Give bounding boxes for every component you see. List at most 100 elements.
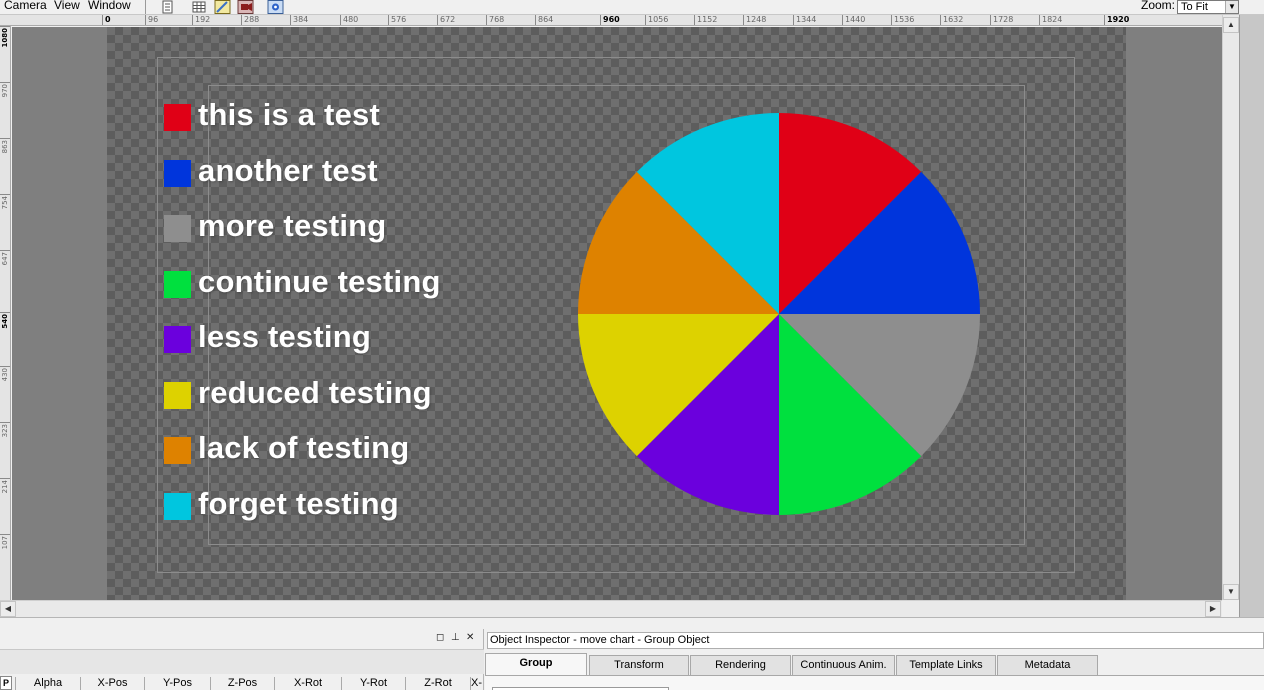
restore-icon[interactable]: ◻ [436, 632, 444, 643]
ruler-tick-label: 107 [1, 536, 9, 550]
ruler-tick-label: 430 [1, 368, 9, 382]
legend-swatch [164, 493, 191, 520]
ruler-tick: 754 [0, 194, 10, 234]
column-header[interactable]: Y-Pos [144, 677, 210, 690]
ruler-tick: 768 [486, 15, 504, 25]
column-header[interactable]: Y-Rot [341, 677, 405, 690]
legend-label: another test [198, 153, 378, 188]
legend-label: more testing [198, 208, 387, 243]
scroll-down-icon[interactable]: ▼ [1223, 584, 1239, 600]
legend-swatch [164, 160, 191, 187]
ruler-tick: 540 [0, 312, 10, 352]
column-header[interactable]: X-Pos [80, 677, 144, 690]
snap-icon[interactable] [267, 0, 284, 14]
ruler-tick-label: 540 [1, 314, 9, 329]
tab-template-links[interactable]: Template Links [896, 655, 996, 675]
close-icon[interactable]: ✕ [466, 632, 474, 643]
zoom-select[interactable]: To Fit ▼ [1177, 0, 1239, 14]
viewport[interactable]: this is a test another test more testing co… [12, 27, 1222, 600]
scroll-up-icon[interactable]: ▲ [1223, 17, 1239, 33]
ruler-tick: 323 [0, 422, 10, 462]
legend-swatch [164, 104, 191, 131]
ruler-tick: 96 [145, 15, 158, 25]
ruler-tick: 1248 [743, 15, 766, 25]
ruler-tick: 1632 [940, 15, 963, 25]
camera-view-icon[interactable] [237, 0, 254, 14]
column-header[interactable]: X-Rot [274, 677, 341, 690]
scroll-right-icon[interactable]: ▶ [1205, 601, 1221, 617]
app-window: Camera View Window Zoom: To Fit ▼ 0 96 192… [0, 0, 1264, 690]
timeline-toolbar [0, 649, 484, 674]
ruler-tick: 1536 [891, 15, 914, 25]
horizontal-ruler: 0 96 192 288 384 480 576 672 768 864 960 1056 1152 12… [0, 15, 1222, 26]
canvas[interactable]: this is a test another test more testing co… [107, 27, 1126, 600]
horizontal-scrollbar[interactable]: ◀ ▶ [0, 600, 1222, 617]
scroll-left-icon[interactable]: ◀ [0, 601, 16, 617]
legend-swatch [164, 215, 191, 242]
legend-label: less testing [198, 319, 371, 354]
ruler-tick: 1344 [793, 15, 816, 25]
ruler-tick-label: 970 [1, 84, 9, 98]
ruler-tick: 1440 [842, 15, 865, 25]
page-icon[interactable] [159, 0, 176, 14]
right-panel-edge [1239, 15, 1264, 627]
column-header[interactable]: Alpha [15, 677, 80, 690]
ruler-tick: 1824 [1039, 15, 1062, 25]
inspector-title: Object Inspector - move chart - Group Ob… [487, 632, 1264, 649]
menu-bar: Camera View Window Zoom: To Fit ▼ [0, 0, 1264, 15]
ruler-tick: 864 [535, 15, 553, 25]
tab-rendering[interactable]: Rendering [690, 655, 791, 675]
vertical-ruler: 1080 970 863 754 647 540 430 323 214 107 [0, 26, 11, 600]
ruler-tick: 576 [388, 15, 406, 25]
ruler-tick: 214 [0, 478, 10, 518]
ruler-tick-label: 863 [1, 140, 9, 154]
zoom-label: Zoom: [1141, 0, 1176, 12]
ruler-tick: 430 [0, 366, 10, 406]
ruler-tick: 480 [340, 15, 358, 25]
ruler-tick: 1056 [645, 15, 668, 25]
ruler-tick-label: 647 [1, 252, 9, 266]
tab-metadata[interactable]: Metadata [997, 655, 1098, 675]
ruler-tick: 863 [0, 138, 10, 178]
toolbar-separator [145, 0, 146, 14]
ruler-tick-label: 1080 [1, 28, 9, 48]
ruler-tick-label: 754 [1, 196, 9, 210]
ruler-tick: 192 [192, 15, 210, 25]
ruler-tick: 288 [241, 15, 259, 25]
ruler-tick: 647 [0, 250, 10, 290]
legend-label: forget testing [198, 486, 399, 521]
ruler-tick: 960 [600, 15, 620, 25]
timeline-panel: ◻ ⊥ ✕ P Alpha X-Pos Y-Pos Z-Pos X-Rot Y-Rot Z-… [0, 629, 484, 690]
legend-label: lack of testing [198, 430, 410, 465]
ruler-tick: 672 [437, 15, 455, 25]
ruler-tick: 384 [290, 15, 308, 25]
column-header[interactable]: Z-Pos [210, 677, 274, 690]
ruler-tick-label: 214 [1, 480, 9, 494]
legend-label: reduced testing [198, 375, 432, 410]
ruler-tick: 107 [0, 534, 10, 574]
chevron-down-icon[interactable]: ▼ [1225, 1, 1238, 13]
menu-camera[interactable]: Camera [4, 0, 47, 12]
vertical-scrollbar[interactable]: ▲ ▼ [1222, 15, 1239, 600]
safe-area-icon[interactable] [214, 0, 231, 14]
tab-continuous-anim[interactable]: Continuous Anim. [792, 655, 895, 675]
pin-icon[interactable]: ⊥ [451, 632, 460, 643]
column-header[interactable]: Z-Rot [405, 677, 470, 690]
legend-label: continue testing [198, 264, 441, 299]
tab-group[interactable]: Group [485, 653, 587, 675]
grid-icon[interactable] [191, 0, 208, 14]
column-header[interactable]: X- [470, 677, 482, 690]
ruler-tick: 970 [0, 82, 10, 122]
property-icon[interactable]: P [0, 676, 12, 690]
tab-transform[interactable]: Transform [589, 655, 689, 675]
panel-divider[interactable] [0, 617, 1264, 629]
legend-swatch [164, 271, 191, 298]
menu-view[interactable]: View [54, 0, 80, 12]
legend-swatch [164, 437, 191, 464]
ruler-tick: 1728 [990, 15, 1013, 25]
zoom-value: To Fit [1181, 1, 1208, 13]
legend-swatch [164, 382, 191, 409]
menu-window[interactable]: Window [88, 0, 131, 12]
legend-label: this is a test [198, 97, 380, 132]
ruler-tick: 1080 [0, 26, 10, 66]
